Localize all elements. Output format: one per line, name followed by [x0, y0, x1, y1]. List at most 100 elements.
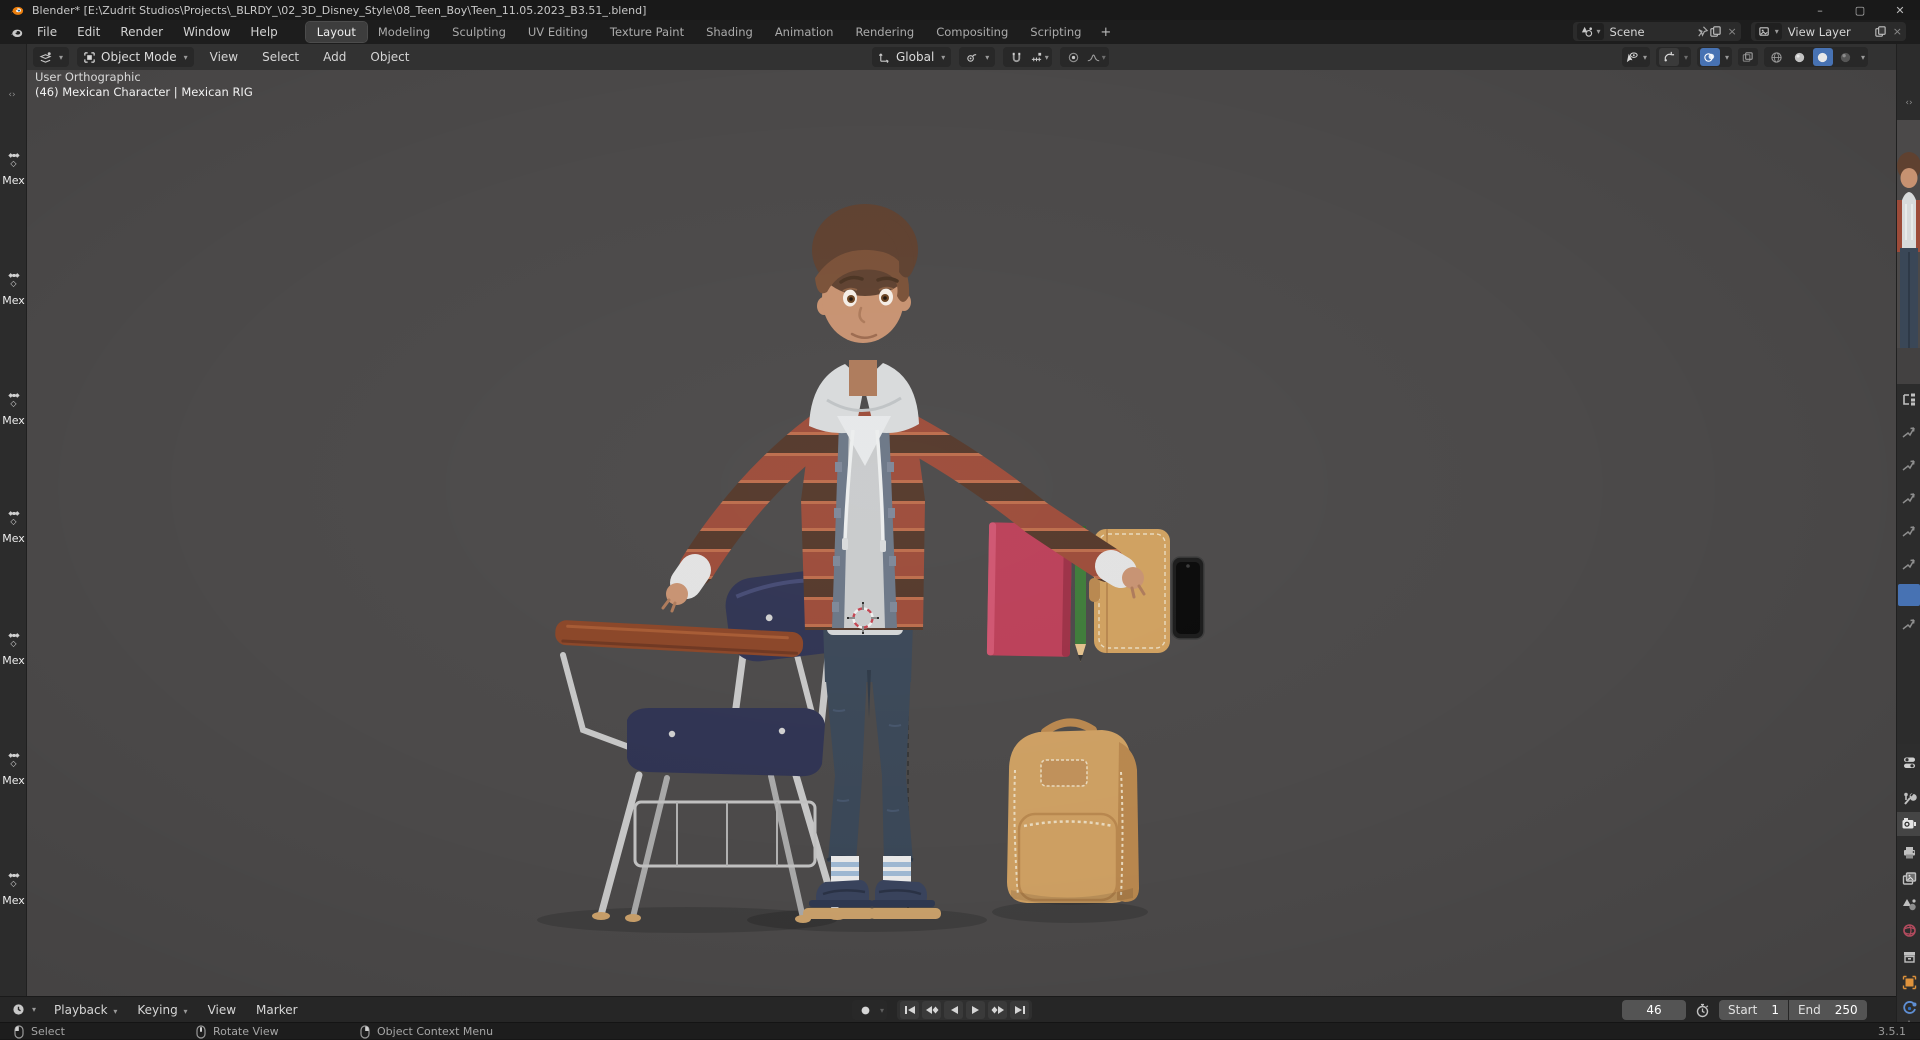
channel-block[interactable]: ◆▪◆ ◇ Mex — [0, 510, 27, 545]
xray-toggle[interactable] — [1738, 48, 1758, 66]
scene-canvas[interactable] — [27, 70, 1896, 996]
remove-view-layer-icon[interactable]: × — [1893, 25, 1902, 38]
object-properties-tab[interactable] — [1897, 970, 1920, 994]
menu-render[interactable]: Render — [110, 22, 173, 42]
properties-editor-icon[interactable] — [1897, 750, 1920, 774]
fcurve-icon[interactable] — [1897, 457, 1920, 473]
snap-toggle[interactable] — [1006, 48, 1026, 66]
menu-marker[interactable]: Marker — [248, 1001, 305, 1019]
tab-scripting[interactable]: Scripting — [1019, 22, 1092, 42]
fcurve-icon[interactable] — [1897, 523, 1920, 539]
view-layer-name[interactable]: View Layer — [1788, 25, 1874, 39]
play-button[interactable] — [966, 1001, 985, 1019]
auto-key-record-button[interactable] — [855, 1001, 875, 1019]
menu-edit[interactable]: Edit — [67, 22, 110, 42]
add-workspace-button[interactable]: + — [1092, 23, 1119, 42]
channel-block[interactable]: ◆▪◆ ◇ Mex — [0, 752, 27, 787]
scene-selector[interactable]: ▾ Scene × — [1573, 22, 1741, 41]
timeline-editor-type-button[interactable]: ▾ — [6, 1000, 42, 1020]
jump-to-start-button[interactable] — [900, 1001, 919, 1019]
mouse-left-icon — [14, 1025, 24, 1039]
shading-wireframe-button[interactable] — [1767, 48, 1787, 66]
tab-modeling[interactable]: Modeling — [367, 22, 441, 42]
menu-window[interactable]: Window — [173, 22, 240, 42]
menu-playback[interactable]: Playback ▾ — [46, 1001, 125, 1019]
channel-block[interactable]: ◆▪◆ ◇ Mex — [0, 392, 27, 427]
render-properties-tab[interactable] — [1897, 812, 1920, 836]
play-reverse-button[interactable] — [944, 1001, 963, 1019]
mode-selector[interactable]: Object Mode ▾ — [77, 47, 194, 67]
close-button[interactable]: ✕ — [1880, 0, 1920, 20]
menu-timeline-view[interactable]: View — [200, 1001, 244, 1019]
minimize-button[interactable]: – — [1800, 0, 1840, 20]
viewport-3d[interactable]: User Orthographic (46) Mexican Character… — [27, 70, 1896, 996]
scene-properties-tab[interactable] — [1897, 892, 1920, 916]
scene-name[interactable]: Scene — [1610, 25, 1696, 39]
menu-help[interactable]: Help — [240, 22, 287, 42]
unlink-scene-icon[interactable]: × — [1728, 25, 1737, 38]
menu-file[interactable]: File — [27, 22, 67, 42]
shading-rendered-button[interactable] — [1836, 48, 1856, 66]
view-layer-browse-icon[interactable]: ▾ — [1755, 23, 1782, 40]
view-layer-selector[interactable]: ▾ View Layer × — [1751, 22, 1906, 41]
channel-block[interactable]: ◆▪◆ ◇ Mex — [0, 272, 27, 307]
start-frame-field[interactable]: Start 1 — [1719, 1000, 1788, 1020]
pin-icon[interactable] — [1696, 25, 1709, 38]
next-keyframe-button[interactable] — [988, 1001, 1007, 1019]
gizmos-toggle[interactable] — [1659, 48, 1679, 66]
backpack-object[interactable] — [1007, 722, 1139, 905]
menu-add[interactable]: Add — [315, 48, 354, 66]
tab-rendering[interactable]: Rendering — [844, 22, 925, 42]
left-collapsed-panel[interactable]: ‹› ◆▪◆ ◇ Mex ◆▪◆ ◇ Mex ◆▪◆ ◇ Mex ◆▪◆ ◇ M… — [0, 44, 27, 996]
shading-material-button[interactable] — [1813, 48, 1833, 66]
channel-block[interactable]: ◆▪◆ ◇ Mex — [0, 872, 27, 907]
world-properties-tab[interactable] — [1897, 918, 1920, 942]
overlays-toggle[interactable] — [1700, 48, 1720, 66]
end-frame-field[interactable]: End 250 — [1789, 1000, 1867, 1020]
expand-left-icon[interactable]: ‹› — [0, 90, 24, 100]
jump-to-end-button[interactable] — [1010, 1001, 1029, 1019]
fcurve-icon[interactable] — [1897, 424, 1920, 440]
menu-object[interactable]: Object — [362, 48, 417, 66]
expand-right-icon[interactable]: ‹› — [1897, 98, 1920, 108]
current-frame-field[interactable]: 46 — [1622, 1000, 1686, 1020]
view-layer-properties-tab[interactable] — [1897, 866, 1920, 890]
proportional-falloff-selector[interactable]: ▾ — [1086, 48, 1106, 66]
blender-menu-icon[interactable] — [10, 26, 23, 39]
channel-block[interactable]: ◆▪◆ ◇ Mex — [0, 152, 27, 187]
channel-block[interactable]: ◆▪◆ ◇ Mex — [0, 632, 27, 667]
tool-properties-tab[interactable] — [1897, 786, 1920, 810]
previous-keyframe-button[interactable] — [922, 1001, 941, 1019]
editor-type-button[interactable]: ▾ — [33, 47, 69, 67]
transform-orientation-selector[interactable]: Global ▾ — [872, 47, 951, 67]
fcurve-icon[interactable] — [1897, 616, 1920, 632]
tab-uv-editing[interactable]: UV Editing — [517, 22, 599, 42]
tab-compositing[interactable]: Compositing — [925, 22, 1019, 42]
output-properties-tab[interactable] — [1897, 840, 1920, 864]
menu-select[interactable]: Select — [254, 48, 307, 66]
tab-shading[interactable]: Shading — [695, 22, 764, 42]
menu-keying[interactable]: Keying ▾ — [129, 1001, 195, 1019]
character-socks — [831, 856, 911, 884]
tab-animation[interactable]: Animation — [764, 22, 845, 42]
collection-properties-tab[interactable] — [1897, 944, 1920, 968]
scene-browse-icon[interactable]: ▾ — [1577, 23, 1604, 40]
menu-view[interactable]: View — [202, 48, 246, 66]
fcurve-icon[interactable] — [1897, 556, 1920, 572]
maximize-button[interactable]: ▢ — [1840, 0, 1880, 20]
pivot-point-selector[interactable]: ▾ — [959, 47, 995, 67]
selectability-visibility[interactable]: ▾ — [1622, 47, 1650, 67]
tab-texture-paint[interactable]: Texture Paint — [599, 22, 695, 42]
selected-channel-row[interactable] — [1898, 584, 1920, 606]
tab-sculpting[interactable]: Sculpting — [441, 22, 517, 42]
phone[interactable] — [1172, 557, 1204, 639]
shading-solid-button[interactable] — [1790, 48, 1810, 66]
proportional-edit-toggle[interactable] — [1063, 48, 1083, 66]
right-collapsed-panel[interactable]: ‹› — [1896, 44, 1920, 1022]
fcurve-icon[interactable] — [1897, 490, 1920, 506]
outliner-icon[interactable] — [1897, 392, 1920, 408]
snap-target-selector[interactable]: ▾ — [1029, 48, 1049, 66]
new-scene-icon[interactable] — [1709, 25, 1722, 38]
tab-layout[interactable]: Layout — [306, 22, 367, 42]
new-view-layer-icon[interactable] — [1874, 25, 1887, 38]
